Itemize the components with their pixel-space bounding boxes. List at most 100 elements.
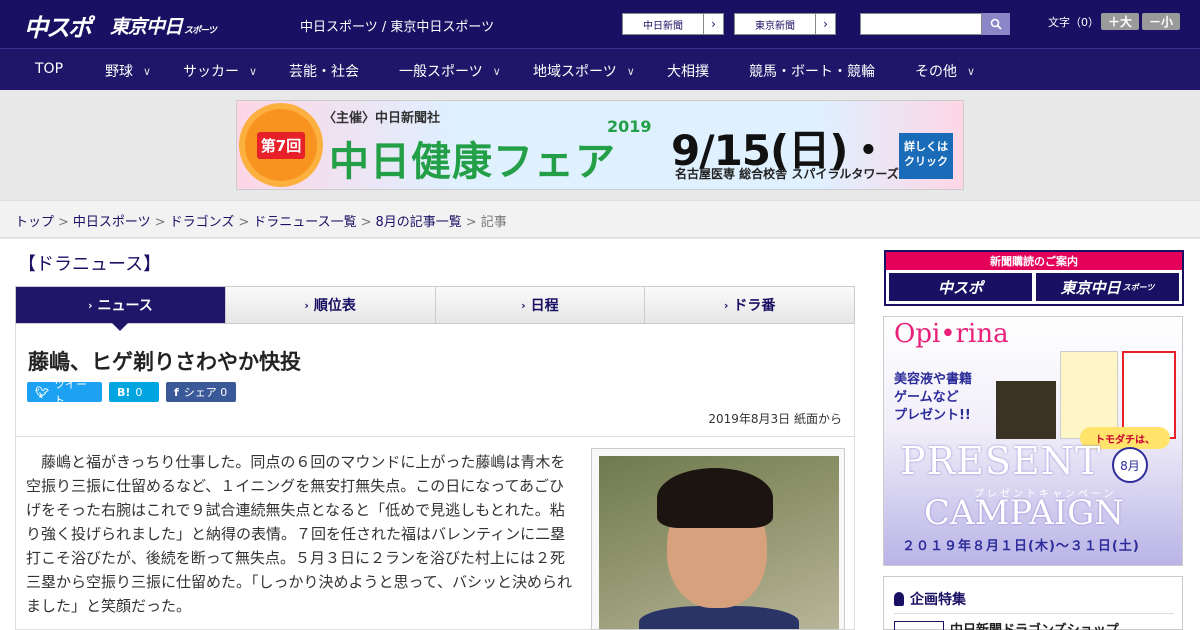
subscribe-chuspo-link[interactable]: 中スポ (889, 273, 1032, 301)
article-header: 藤嶋、ヒゲ剃りさわやか快投 🐦︎ ツイート B! 0 f シェア 0 2019年8月3… (16, 324, 854, 437)
ad-period: ２０１９年８月１日(木)～３１日(土) (902, 539, 1140, 554)
subscription-logos: 中スポ 東京中日 スポーツ (886, 270, 1182, 304)
nav-item-entertainment[interactable]: 芸能・社会 (289, 61, 359, 81)
article-photo[interactable] (591, 448, 845, 630)
chevron-down-icon: ∨ (143, 64, 152, 78)
game-package-image (1122, 351, 1176, 439)
hatena-bookmark-button[interactable]: B! 0 (109, 382, 159, 402)
nav-item-label: 一般スポーツ (399, 64, 483, 80)
feature-item-link[interactable]: 中日新聞ドラゴンズショップ (950, 619, 1119, 630)
banner-badge: 第7回 (256, 131, 306, 159)
nav-item-soccer[interactable]: サッカー ∨ (183, 61, 257, 81)
prize-items-image (996, 351, 1180, 439)
nav-item-general-sports[interactable]: 一般スポーツ ∨ (399, 61, 501, 81)
tokyo-shimbun-link[interactable]: 東京新聞 › (734, 13, 836, 35)
facebook-share-button[interactable]: f シェア 0 (166, 382, 236, 402)
chevron-right-icon: › (521, 298, 526, 312)
banner-venue: 名古屋医専 総合校舎 スパイラルタワーズ (675, 167, 899, 181)
chuspo-logo[interactable]: 中スポ (24, 8, 92, 43)
breadcrumb-link[interactable]: 8月の記事一覧 (376, 215, 462, 230)
present-campaign-ad[interactable]: Opi•rina 美容液や書籍 ゲームなど プレゼント!! トモダチは、 PRE… (883, 316, 1183, 566)
book-cover-image (1060, 351, 1118, 439)
site-links[interactable]: 中日スポーツ / 東京中日スポーツ (300, 16, 494, 35)
site-header: 中スポ 東京中日 スポーツ 中日スポーツ / 東京中日スポーツ 中日新聞 › 東京… (0, 0, 1200, 48)
ad-campaign-text: CAMPAIGN (924, 493, 1125, 533)
nav-item-racing[interactable]: 競馬・ボート・競輪 (749, 61, 875, 81)
subscribe-tokyo-suffix: スポーツ (1122, 282, 1155, 292)
breadcrumb: トップ > 中日スポーツ > ドラゴンズ > ドラニュース一覧 >8月の記事一覧 > 記事 (15, 211, 507, 230)
chunichi-shimbun-link[interactable]: 中日新聞 › (622, 13, 724, 35)
search-button[interactable] (982, 13, 1010, 35)
tab-standings[interactable]: › 順位表 (225, 287, 436, 323)
hatena-icon: B! (117, 385, 131, 399)
chevron-down-icon: ∨ (626, 64, 635, 78)
chevron-right-icon: › (87, 298, 93, 312)
nav-item-label: サッカー (183, 64, 239, 80)
subscription-header: 新聞購読のご案内 (886, 252, 1182, 270)
article-body: 藤嶋と福がきっちり仕事した。同点の６回のマウンドに上がった藤嶋は青木を空振り三振… (26, 453, 573, 615)
feature-thumbnail[interactable] (894, 621, 944, 630)
banner-detail-button[interactable]: 詳しくは クリック (899, 133, 953, 179)
feature-box: 企画特集 中日新聞ドラゴンズショップ (883, 576, 1183, 630)
chevron-down-icon: ∨ (492, 64, 501, 78)
chevron-right-icon: › (703, 14, 723, 34)
breadcrumb-link[interactable]: 中日スポーツ (73, 215, 151, 230)
ad-tagline-line: ゲームなど (894, 390, 959, 405)
nav-item-other[interactable]: その他 ∨ (915, 61, 975, 81)
breadcrumb-separator: > (238, 215, 250, 230)
font-larger-button[interactable]: ＋大 (1101, 13, 1139, 30)
category-tabs: › ニュース › 順位表 › 日程 › ドラ番 (15, 286, 855, 331)
facebook-icon: f (174, 385, 179, 399)
tab-label: ドラ番 (733, 298, 776, 314)
subscribe-tokyo-chunichi-link[interactable]: 東京中日 スポーツ (1036, 273, 1179, 301)
search-icon (990, 18, 1002, 30)
share-buttons: 🐦︎ ツイート B! 0 f シェア 0 (27, 378, 243, 407)
tweet-button[interactable]: 🐦︎ ツイート (27, 378, 102, 407)
subscribe-tokyo-label: 東京中日 (1060, 278, 1121, 297)
ad-tagline: 美容液や書籍 ゲームなど プレゼント!! (894, 371, 972, 425)
tab-reporter[interactable]: › ドラ番 (645, 287, 854, 323)
breadcrumb-separator: > (360, 215, 372, 230)
tab-label: 日程 (530, 298, 559, 314)
breadcrumb-separator: > (58, 215, 69, 230)
tab-schedule[interactable]: › 日程 (435, 287, 646, 323)
nav-item-local-sports[interactable]: 地域スポーツ ∨ (533, 61, 635, 81)
breadcrumb-link[interactable]: ドラゴンズ (170, 215, 235, 230)
nav-item-label: 野球 (105, 64, 133, 80)
tokyo-logo-text: 東京中日 (110, 16, 183, 38)
banner-organizer: 〈主催〉中日新聞社 (323, 111, 441, 126)
tweet-label: ツイート (53, 378, 87, 407)
tab-news[interactable]: › ニュース (16, 287, 226, 331)
nav-item-top[interactable]: TOP (35, 61, 63, 77)
breadcrumb-link[interactable]: トップ (15, 215, 54, 230)
health-fair-banner[interactable]: 第7回 〈主催〉中日新聞社 中日健康フェア 2019 9/15(日)・16(祝)… (236, 100, 964, 190)
nav-item-label: 競馬・ボート・競輪 (749, 64, 875, 80)
font-smaller-button[interactable]: －小 (1142, 13, 1180, 30)
article-title: 藤嶋、ヒゲ剃りさわやか快投 (28, 350, 301, 374)
chevron-right-icon: › (815, 14, 835, 34)
nav-item-sumo[interactable]: 大相撲 (667, 61, 709, 81)
chevron-down-icon: ∨ (249, 64, 258, 78)
search-input[interactable] (860, 13, 982, 35)
breadcrumb-bar: トップ > 中日スポーツ > ドラゴンズ > ドラニュース一覧 >8月の記事一覧 > 記事 (0, 200, 1200, 238)
medal-icon (894, 592, 904, 606)
tokyo-shimbun-label: 東京新聞 (755, 20, 795, 32)
facebook-share-count: 0 (220, 385, 228, 399)
player-photo (599, 456, 839, 629)
chunichi-shimbun-label: 中日新聞 (643, 20, 683, 32)
banner-title: 中日健康フェア (329, 139, 616, 185)
hatena-count: 0 (135, 385, 143, 399)
ad-month-badge: 8月 (1112, 447, 1148, 483)
font-size-label: 文字（0） (1048, 16, 1099, 29)
tokyo-chunichi-logo[interactable]: 東京中日 スポーツ (110, 12, 217, 39)
feature-header: 企画特集 (894, 589, 966, 609)
subscription-box[interactable]: 新聞購読のご案内 中スポ 東京中日 スポーツ (884, 250, 1184, 306)
opirina-logo: Opi•rina (894, 319, 1009, 349)
tokyo-logo-suffix: スポーツ (184, 26, 217, 36)
breadcrumb-separator: > (465, 215, 477, 230)
breadcrumb-link[interactable]: ドラニュース一覧 (253, 215, 356, 230)
main-nav: TOP 野球 ∨ サッカー ∨ 芸能・社会 一般スポーツ ∨ 地域スポーツ ∨ 大相撲 … (0, 48, 1200, 90)
nav-item-baseball[interactable]: 野球 ∨ (105, 61, 151, 81)
photo-hair (657, 468, 773, 528)
tab-label: 順位表 (313, 298, 356, 314)
